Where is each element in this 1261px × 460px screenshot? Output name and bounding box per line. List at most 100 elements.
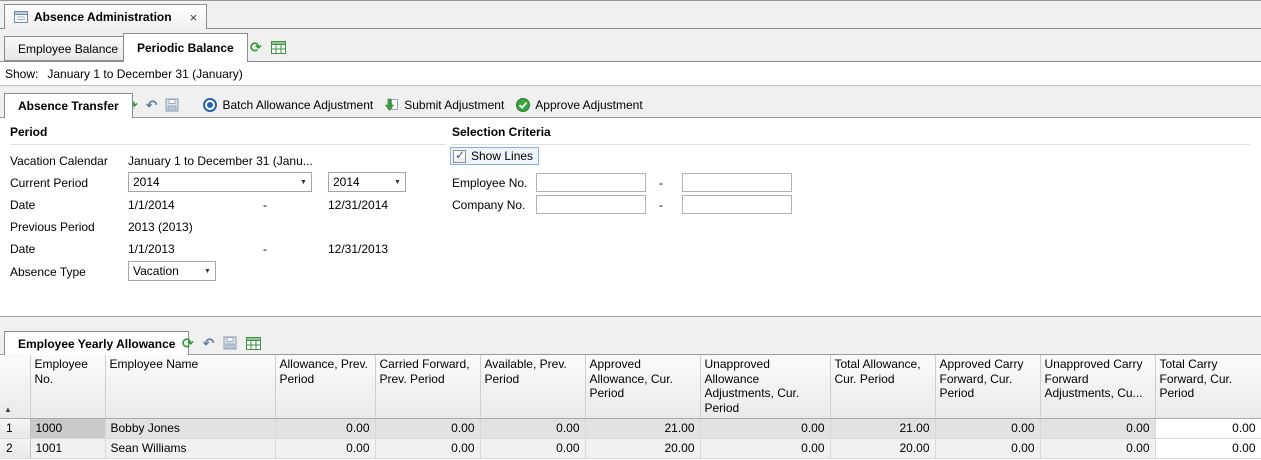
current-date-to: 12/31/2014 xyxy=(328,198,388,212)
transfer-toolbar: ⟳ ↶ Batch Allowance Adjustment Submit Ad… xyxy=(126,95,645,115)
tab-absence-transfer[interactable]: Absence Transfer xyxy=(4,93,133,118)
column-header-employee-no[interactable]: Employee No. xyxy=(30,355,105,418)
refresh-icon[interactable]: ⟳ xyxy=(182,336,194,350)
chevron-down-icon: ▼ xyxy=(296,179,311,186)
table-view-icon[interactable] xyxy=(246,337,261,350)
absence-type-value: Vacation xyxy=(129,264,200,278)
approve-adjustment-label: Approve Adjustment xyxy=(535,98,642,112)
form-icon xyxy=(14,10,28,24)
cell-approved-carry-forward[interactable]: 0.00 xyxy=(935,438,1040,458)
cell-approved-allowance-cur[interactable]: 20.00 xyxy=(585,438,700,458)
cell-employee-name[interactable]: Sean Williams xyxy=(105,438,275,458)
check-icon: ✓ xyxy=(455,148,465,162)
column-header-total-carry-forward[interactable]: Total Carry Forward, Cur. Period xyxy=(1155,355,1261,418)
checkbox-icon: ✓ xyxy=(453,150,466,163)
tab-periodic-balance-label: Periodic Balance xyxy=(137,41,234,55)
balance-tab-bar: Employee Balance Periodic Balance ⟳ xyxy=(0,29,1261,62)
current-date-from: 1/1/2014 xyxy=(128,198,175,212)
cell-carried-forward-prev[interactable]: 0.00 xyxy=(375,418,480,438)
show-value[interactable]: January 1 to December 31 (January) xyxy=(47,67,242,81)
column-header-allowance-prev[interactable]: Allowance, Prev. Period xyxy=(275,355,375,418)
cell-total-allowance-cur[interactable]: 21.00 xyxy=(830,418,935,438)
cell-total-allowance-cur[interactable]: 20.00 xyxy=(830,438,935,458)
previous-date-from: 1/1/2013 xyxy=(128,242,175,256)
table-view-icon[interactable] xyxy=(271,41,286,54)
current-period-year-select[interactable]: 2014 ▼ xyxy=(128,172,312,192)
employee-no-from-input[interactable] xyxy=(536,173,646,192)
tab-employee-yearly-allowance[interactable]: Employee Yearly Allowance xyxy=(4,331,189,355)
row-indicator-header[interactable]: ▲ xyxy=(0,355,30,418)
cell-approved-allowance-cur[interactable]: 21.00 xyxy=(585,418,700,438)
range-separator: - xyxy=(659,198,663,212)
batch-adjustment-icon xyxy=(203,98,217,112)
absence-type-select[interactable]: Vacation ▼ xyxy=(128,261,216,281)
row-indicator[interactable]: 2 xyxy=(0,438,30,458)
close-icon[interactable]: × xyxy=(190,10,198,25)
selection-criteria-heading: Selection Criteria xyxy=(452,125,1250,145)
previous-period-value: 2013 (2013) xyxy=(128,220,193,234)
column-header-unapproved-allowance-adj[interactable]: Unapproved Allowance Adjustments, Cur. P… xyxy=(700,355,830,418)
submit-adjustment-label: Submit Adjustment xyxy=(404,98,504,112)
table-row[interactable]: 2 1001 Sean Williams 0.00 0.00 0.00 20.0… xyxy=(0,438,1261,458)
show-lines-checkbox[interactable]: ✓ Show Lines xyxy=(450,147,539,165)
cell-employee-name[interactable]: Bobby Jones xyxy=(105,418,275,438)
show-label: Show: xyxy=(5,67,38,81)
current-period-subperiod-select[interactable]: 2014 ▼ xyxy=(328,172,406,192)
cell-allowance-prev[interactable]: 0.00 xyxy=(275,438,375,458)
cell-total-carry-forward[interactable]: 0.00 xyxy=(1155,438,1261,458)
tab-periodic-balance[interactable]: Periodic Balance xyxy=(123,33,248,62)
tab-absence-transfer-label: Absence Transfer xyxy=(18,99,119,113)
company-no-from-input[interactable] xyxy=(536,195,646,214)
cell-available-prev[interactable]: 0.00 xyxy=(480,438,585,458)
approve-adjustment-button[interactable]: Approve Adjustment xyxy=(514,98,644,112)
current-date-label: Date xyxy=(10,198,35,212)
chevron-down-icon: ▼ xyxy=(390,179,405,186)
range-separator: - xyxy=(263,198,267,212)
cell-employee-no[interactable]: 1000 xyxy=(30,418,105,438)
column-header-approved-allowance-cur[interactable]: Approved Allowance, Cur. Period xyxy=(585,355,700,418)
save-icon[interactable] xyxy=(165,98,179,112)
employee-no-to-input[interactable] xyxy=(682,173,792,192)
undo-icon[interactable]: ↶ xyxy=(203,336,215,350)
range-separator: - xyxy=(263,242,267,256)
tab-employee-yearly-allowance-label: Employee Yearly Allowance xyxy=(18,337,175,351)
row-indicator[interactable]: 1 xyxy=(0,418,30,438)
cell-carried-forward-prev[interactable]: 0.00 xyxy=(375,438,480,458)
save-icon[interactable] xyxy=(223,336,237,350)
column-header-carried-forward-prev[interactable]: Carried Forward, Prev. Period xyxy=(375,355,480,418)
company-no-to-input[interactable] xyxy=(682,195,792,214)
cell-total-carry-forward[interactable]: 0.00 xyxy=(1155,418,1261,438)
batch-allowance-adjustment-label: Batch Allowance Adjustment xyxy=(222,98,373,112)
batch-allowance-adjustment-button[interactable]: Batch Allowance Adjustment xyxy=(201,98,375,112)
previous-date-label: Date xyxy=(10,242,35,256)
absence-type-label: Absence Type xyxy=(10,265,86,279)
sort-ascending-icon: ▲ xyxy=(4,405,12,415)
cell-unapproved-carry-forward-adj[interactable]: 0.00 xyxy=(1040,438,1155,458)
cell-unapproved-allowance-adj[interactable]: 0.00 xyxy=(700,418,830,438)
employee-no-label: Employee No. xyxy=(452,176,527,190)
refresh-icon[interactable]: ⟳ xyxy=(250,40,262,54)
column-header-available-prev[interactable]: Available, Prev. Period xyxy=(480,355,585,418)
table-row[interactable]: 1 1000 Bobby Jones 0.00 0.00 0.00 21.00 … xyxy=(0,418,1261,438)
cell-unapproved-allowance-adj[interactable]: 0.00 xyxy=(700,438,830,458)
grid-header-row: ▲ Employee No. Employee Name Allowance, … xyxy=(0,355,1261,418)
document-tab-label: Absence Administration xyxy=(34,10,172,24)
column-header-approved-carry-forward[interactable]: Approved Carry Forward, Cur. Period xyxy=(935,355,1040,418)
column-header-total-allowance-cur[interactable]: Total Allowance, Cur. Period xyxy=(830,355,935,418)
cell-approved-carry-forward[interactable]: 0.00 xyxy=(935,418,1040,438)
absence-administration-window: Absence Administration × Employee Balanc… xyxy=(0,0,1261,460)
tab-employee-balance-label: Employee Balance xyxy=(18,42,118,56)
document-tab-absence-administration[interactable]: Absence Administration × xyxy=(4,4,207,29)
submit-adjustment-button[interactable]: Submit Adjustment xyxy=(383,98,506,112)
show-lines-label: Show Lines xyxy=(471,149,533,163)
cell-available-prev[interactable]: 0.00 xyxy=(480,418,585,438)
column-header-unapproved-carry-forward-adj[interactable]: Unapproved Carry Forward Adjustments, Cu… xyxy=(1040,355,1155,418)
cell-employee-no[interactable]: 1001 xyxy=(30,438,105,458)
cell-unapproved-carry-forward-adj[interactable]: 0.00 xyxy=(1040,418,1155,438)
undo-icon[interactable]: ↶ xyxy=(146,98,158,112)
show-filter-bar: Show: January 1 to December 31 (January) xyxy=(0,62,1261,86)
column-header-employee-name[interactable]: Employee Name xyxy=(105,355,275,418)
current-period-year-value: 2014 xyxy=(129,175,296,189)
cell-allowance-prev[interactable]: 0.00 xyxy=(275,418,375,438)
tab-employee-balance[interactable]: Employee Balance xyxy=(4,36,132,61)
